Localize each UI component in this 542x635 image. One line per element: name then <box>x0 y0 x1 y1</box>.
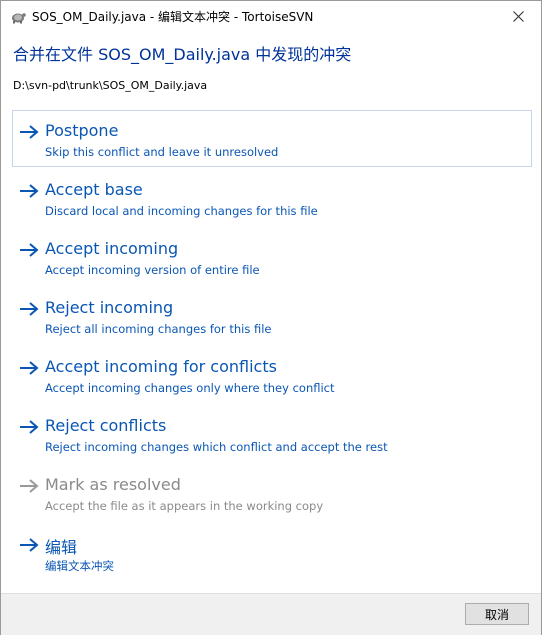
option-title: Reject conflicts <box>45 416 167 435</box>
accept-base-option[interactable]: Accept base Discard local and incoming c… <box>12 169 532 226</box>
command-links: Postpone Skip this conflict and leave it… <box>12 110 532 582</box>
file-path: D:\svn-pd\trunk\SOS_OM_Daily.java <box>13 79 208 92</box>
mark-as-resolved-option: Mark as resolved Accept the file as it a… <box>12 464 532 521</box>
arrow-right-icon <box>20 361 39 375</box>
option-description: Reject incoming changes which conflict a… <box>45 440 388 454</box>
reject-conflicts-option[interactable]: Reject conflicts Reject incoming changes… <box>12 405 532 462</box>
arrow-right-icon <box>20 243 39 257</box>
option-title: Accept base <box>45 180 143 199</box>
close-icon <box>512 7 524 26</box>
accept-incoming-for-conflicts-option[interactable]: Accept incoming for conflicts Accept inc… <box>12 346 532 403</box>
option-title: Mark as resolved <box>45 475 181 494</box>
postpone-option[interactable]: Postpone Skip this conflict and leave it… <box>12 110 532 167</box>
arrow-right-icon <box>20 184 39 198</box>
option-title: Postpone <box>45 121 119 140</box>
dialog-window: SOS_OM_Daily.java - 编辑文本冲突 - TortoiseSVN… <box>0 0 542 635</box>
arrow-right-icon <box>20 302 39 316</box>
option-description: 编辑文本冲突 <box>45 559 114 573</box>
cancel-button[interactable]: 取消 <box>465 603 529 625</box>
arrow-right-icon <box>20 420 39 434</box>
arrow-right-icon <box>20 538 39 552</box>
option-description: Accept incoming version of entire file <box>45 263 260 277</box>
tortoisesvn-icon <box>10 9 26 25</box>
window-title: SOS_OM_Daily.java - 编辑文本冲突 - TortoiseSVN <box>32 10 314 24</box>
option-description: Accept the file as it appears in the wor… <box>45 499 324 513</box>
option-description: Skip this conflict and leave it unresolv… <box>45 145 279 159</box>
arrow-right-icon <box>20 125 39 139</box>
accept-incoming-option[interactable]: Accept incoming Accept incoming version … <box>12 228 532 285</box>
title-bar[interactable]: SOS_OM_Daily.java - 编辑文本冲突 - TortoiseSVN <box>1 1 541 32</box>
option-title: 编辑 <box>45 538 78 557</box>
close-button[interactable] <box>495 1 541 32</box>
option-description: Reject all incoming changes for this fil… <box>45 322 272 336</box>
conflict-heading: 合并在文件 SOS_OM_Daily.java 中发现的冲突 <box>13 45 352 64</box>
button-bar: 取消 <box>1 593 541 635</box>
option-description: Discard local and incoming changes for t… <box>45 204 318 218</box>
arrow-right-icon <box>20 479 39 493</box>
option-title: Accept incoming for conflicts <box>45 357 277 376</box>
option-title: Reject incoming <box>45 298 174 317</box>
reject-incoming-option[interactable]: Reject incoming Reject all incoming chan… <box>12 287 532 344</box>
option-description: Accept incoming changes only where they … <box>45 381 335 395</box>
edit-option[interactable]: 编辑 编辑文本冲突 <box>12 523 532 580</box>
option-title: Accept incoming <box>45 239 179 258</box>
